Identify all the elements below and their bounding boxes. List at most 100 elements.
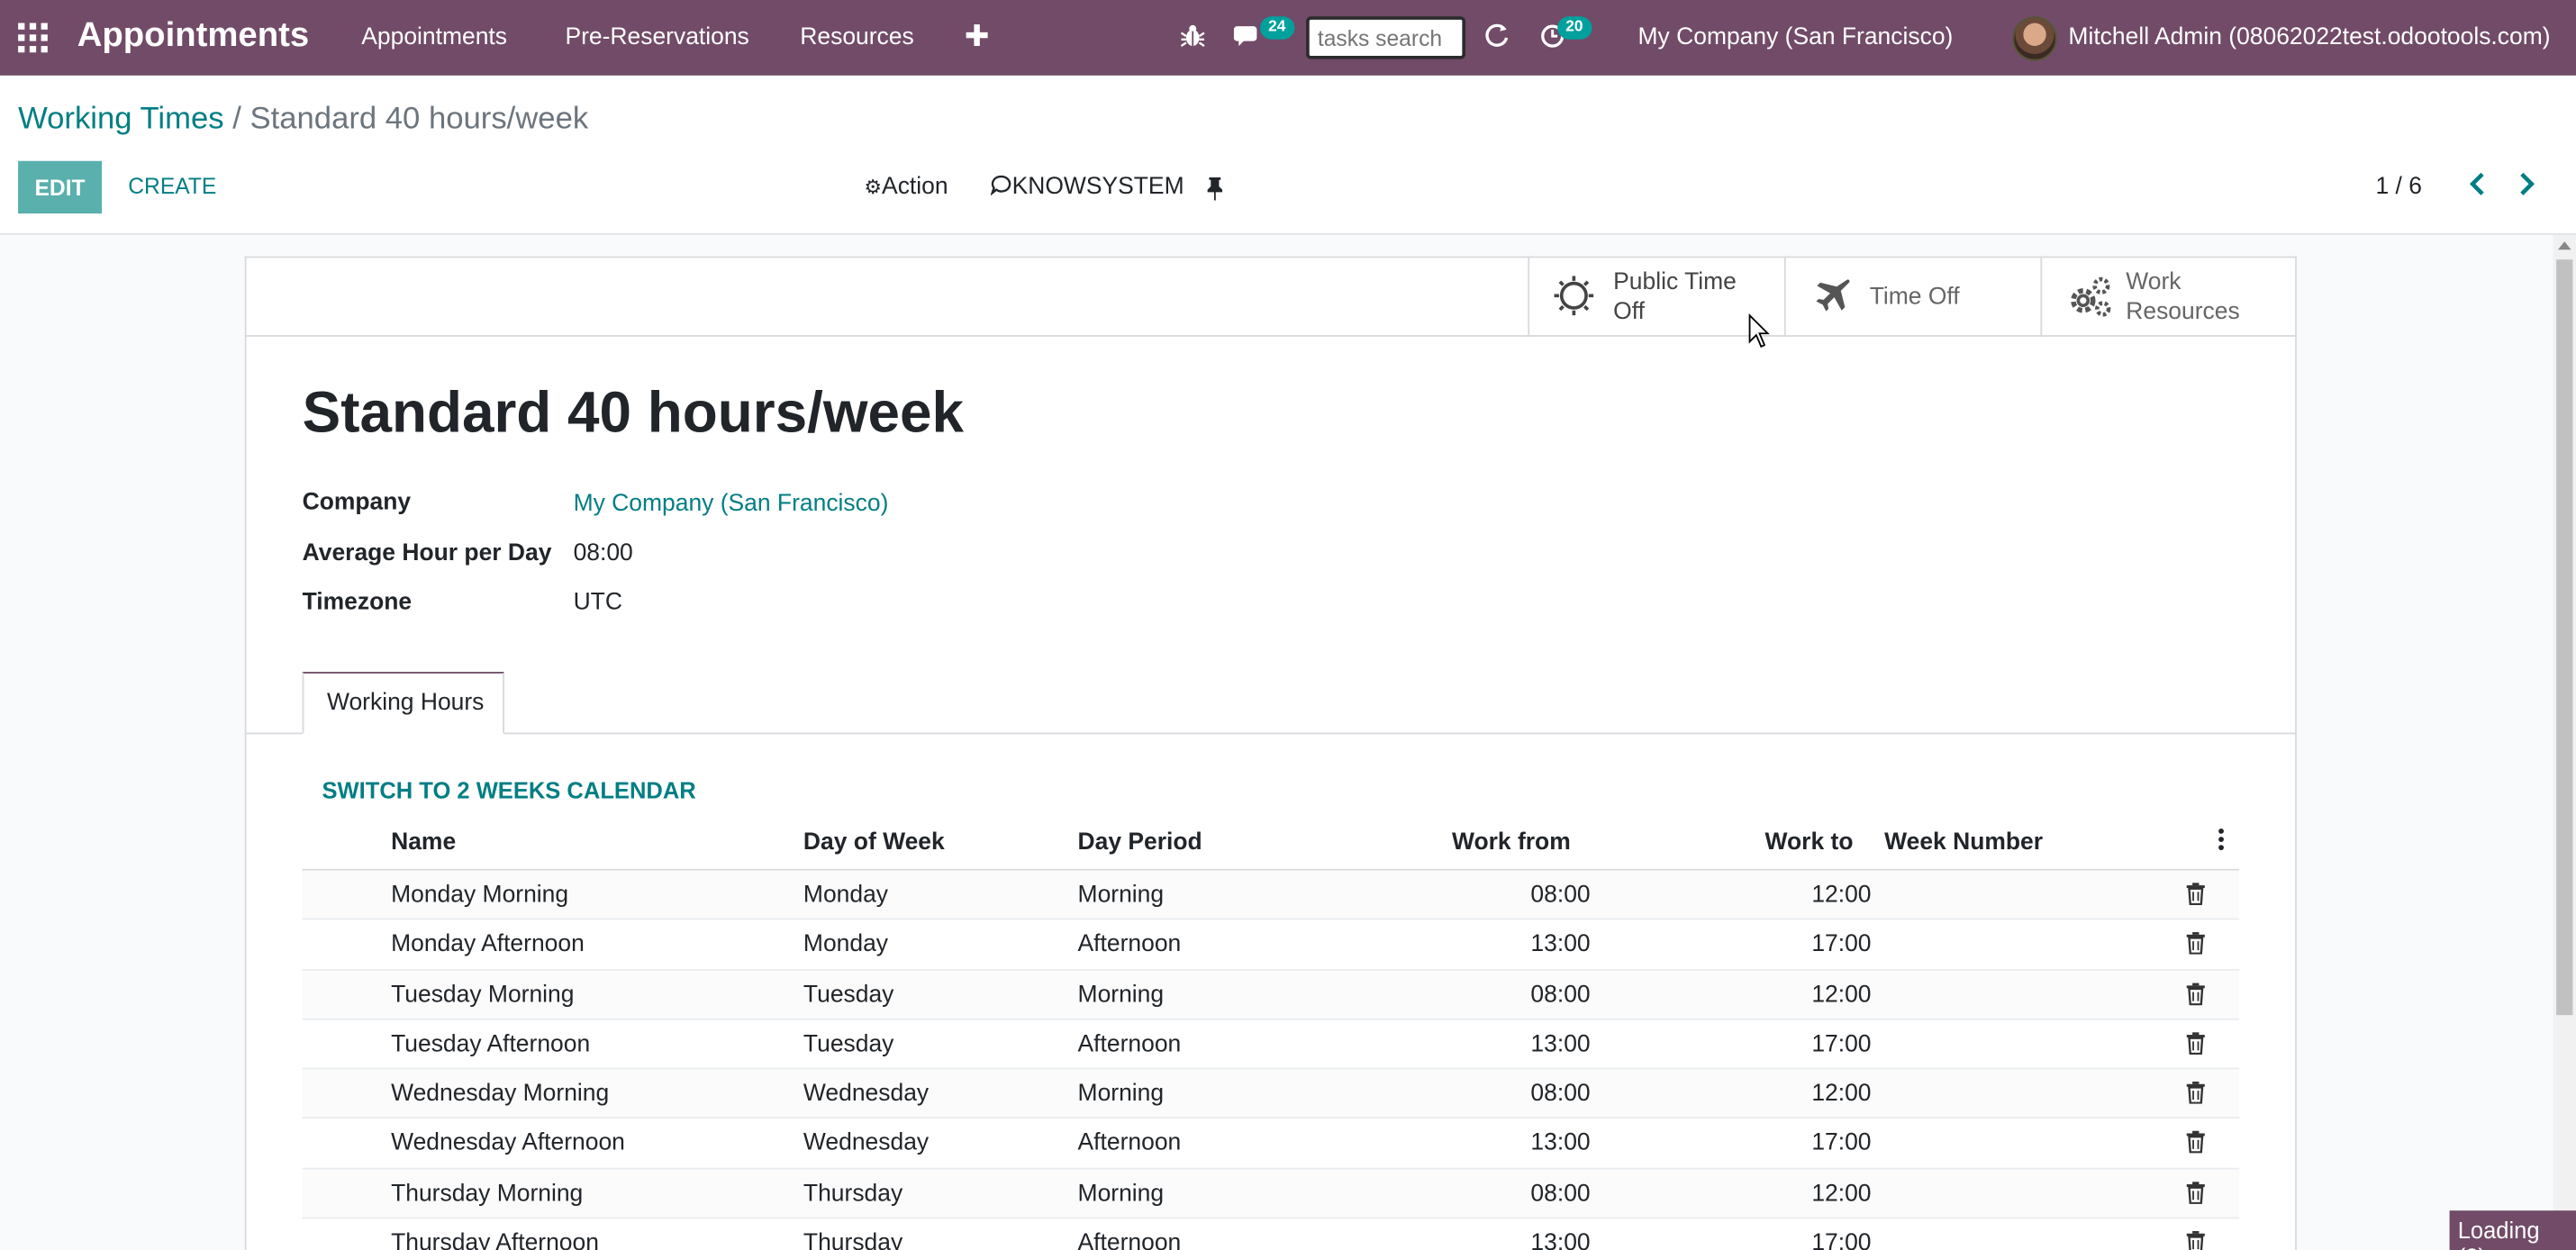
tasks-search-input[interactable]: [1306, 16, 1466, 59]
cell-name: Monday Morning: [391, 882, 569, 909]
delete-row-trash-icon[interactable]: [2185, 882, 2207, 905]
average-hour-label: Average Hour per Day: [302, 540, 552, 567]
col-name-header[interactable]: Name: [391, 829, 456, 856]
cell-period: Afternoon: [1077, 1031, 1182, 1058]
cell-period: Afternoon: [1077, 931, 1182, 958]
delete-row-trash-icon[interactable]: [2185, 932, 2207, 956]
cell-work-to: 17:00: [1811, 1130, 1872, 1157]
col-work-from-header[interactable]: Work from: [1436, 829, 1571, 856]
company-value-link[interactable]: My Company (San Francisco): [574, 491, 889, 517]
table-header: Name Day of Week Day Period Work from Wo…: [302, 818, 2240, 871]
create-button[interactable]: CREATE: [128, 174, 216, 198]
stat-button-box: Public Time Off Time Off Work Resources: [244, 256, 2297, 337]
average-hour-value: 08:00: [573, 540, 633, 567]
refresh-icon[interactable]: [1483, 23, 1510, 50]
breadcrumb: Working Times / Standard 40 hours/week: [18, 102, 588, 138]
delete-row-trash-icon[interactable]: [2185, 1230, 2207, 1250]
delete-row-trash-icon[interactable]: [2185, 1081, 2207, 1105]
app-window: Appointments Appointments Pre-Reservatio…: [0, 0, 2576, 1250]
edit-button[interactable]: EDIT: [18, 160, 103, 214]
column-options-icon[interactable]: [2218, 828, 2224, 857]
table-row[interactable]: Tuesday Morning Tuesday Morning 08:00 12:00: [302, 970, 2240, 1020]
cell-work-to: 12:00: [1811, 1180, 1872, 1208]
cell-name: Wednesday Morning: [391, 1081, 610, 1108]
cell-day: Thursday: [803, 1230, 903, 1250]
col-week-number-header[interactable]: Week Number: [1884, 829, 2043, 856]
scroll-up-arrow-icon[interactable]: [2557, 241, 2571, 250]
cell-work-to: 17:00: [1811, 1031, 1872, 1058]
cell-work-from: 13:00: [1530, 1130, 1591, 1157]
table-row[interactable]: Wednesday Morning Wednesday Morning 08:00 12…: [302, 1069, 2240, 1119]
tab-working-hours[interactable]: Working Hours: [302, 671, 504, 735]
breadcrumb-parent[interactable]: Working Times: [18, 102, 224, 136]
work-resources-label-2: Resources: [2126, 298, 2240, 326]
delete-row-trash-icon[interactable]: [2185, 1031, 2207, 1055]
table-row[interactable]: Thursday Afternoon Thursday Afternoon 13:00…: [303, 1218, 2239, 1250]
knowsystem-label: KNOWSYSTEM: [1011, 174, 1184, 201]
menu-resources[interactable]: Resources: [800, 24, 913, 50]
col-work-to-header[interactable]: Work to: [1731, 829, 1854, 856]
tabs-divider: [244, 732, 2297, 735]
cell-day: Wednesday: [803, 1130, 930, 1157]
mouse-cursor-icon: [1748, 313, 1770, 349]
company-label: Company: [302, 489, 412, 516]
pin-icon[interactable]: [1206, 177, 1224, 201]
bug-icon[interactable]: [1180, 23, 1206, 50]
apps-grid-icon[interactable]: [18, 23, 48, 53]
public-time-off-label-1: Public Time: [1613, 269, 1737, 296]
cell-name: Tuesday Afternoon: [391, 1031, 591, 1058]
col-day-header[interactable]: Day of Week: [803, 829, 945, 856]
timezone-label: Timezone: [302, 589, 413, 616]
breadcrumb-current: Standard 40 hours/week: [249, 102, 589, 137]
scrollbar-thumb[interactable]: [2556, 259, 2573, 1016]
cell-work-from: 13:00: [1530, 931, 1591, 958]
work-resources-label-1: Work: [2126, 269, 2181, 296]
action-label: Action: [882, 174, 948, 201]
table-row[interactable]: Tuesday Afternoon Tuesday Afternoon 13:00 17…: [302, 1019, 2240, 1070]
cell-work-from: 13:00: [1530, 1031, 1591, 1058]
action-menu-button[interactable]: ⚙Action: [864, 174, 948, 200]
cell-work-to: 12:00: [1811, 882, 1872, 909]
table-row[interactable]: Monday Morning Monday Morning 08:00 12:00: [302, 870, 2240, 920]
menu-appointments[interactable]: Appointments: [361, 24, 507, 50]
switch-to-2-weeks-button[interactable]: SWITCH TO 2 WEEKS CALENDAR: [322, 777, 696, 803]
delete-row-trash-icon[interactable]: [2185, 1131, 2207, 1155]
table-row[interactable]: Wednesday Afternoon Wednesday Afternoon 13:…: [302, 1119, 2240, 1170]
cell-day: Tuesday: [803, 1031, 894, 1058]
user-avatar[interactable]: [2012, 16, 2057, 61]
loading-indicator: Loading (2): [2449, 1210, 2576, 1250]
sun-icon: [1554, 276, 1594, 316]
cell-work-to: 17:00: [1811, 1230, 1872, 1250]
time-off-button[interactable]: Time Off: [1783, 256, 2041, 337]
cell-period: Morning: [1077, 981, 1165, 1009]
work-resources-button[interactable]: Work Resources: [2040, 256, 2297, 337]
pager-next-icon[interactable]: [2516, 171, 2539, 197]
pager-value[interactable]: 1 / 6: [2376, 174, 2422, 200]
cell-day: Tuesday: [803, 981, 894, 1009]
company-switcher[interactable]: My Company (San Francisco): [1638, 24, 1954, 50]
cell-work-to: 12:00: [1811, 1081, 1872, 1108]
cell-name: Thursday Afternoon: [391, 1230, 599, 1250]
pager-previous-icon[interactable]: [2466, 171, 2490, 197]
chat-badge: 24: [1260, 16, 1294, 40]
knowsystem-button[interactable]: KNOWSYSTEM: [990, 174, 1184, 201]
public-time-off-button[interactable]: Public Time Off: [1528, 256, 1784, 337]
cell-period: Afternoon: [1077, 1130, 1182, 1157]
cell-period: Morning: [1077, 882, 1165, 909]
delete-row-trash-icon[interactable]: [2185, 1181, 2207, 1204]
cell-name: Tuesday Morning: [391, 981, 575, 1009]
gear-icon: ⚙: [864, 176, 883, 199]
cell-work-from: 08:00: [1530, 1180, 1591, 1208]
chat-icon[interactable]: [1233, 23, 1264, 50]
delete-row-trash-icon[interactable]: [2185, 982, 2207, 1005]
gears-icon: [2071, 276, 2111, 317]
table-row[interactable]: Thursday Morning Thursday Morning 08:00 12:0…: [302, 1169, 2240, 1219]
user-menu[interactable]: Mitchell Admin (08062022test.odootools.c…: [2068, 24, 2550, 50]
cell-work-from: 13:00: [1530, 1230, 1591, 1250]
menu-pre-reservations[interactable]: Pre-Reservations: [565, 24, 748, 50]
col-period-header[interactable]: Day Period: [1078, 829, 1202, 856]
table-row[interactable]: Monday Afternoon Monday Afternoon 13:00 17:0…: [302, 920, 2240, 971]
app-title[interactable]: Appointments: [77, 16, 309, 56]
add-menu-icon[interactable]: ✚: [965, 20, 990, 54]
cell-work-to: 17:00: [1811, 931, 1872, 958]
